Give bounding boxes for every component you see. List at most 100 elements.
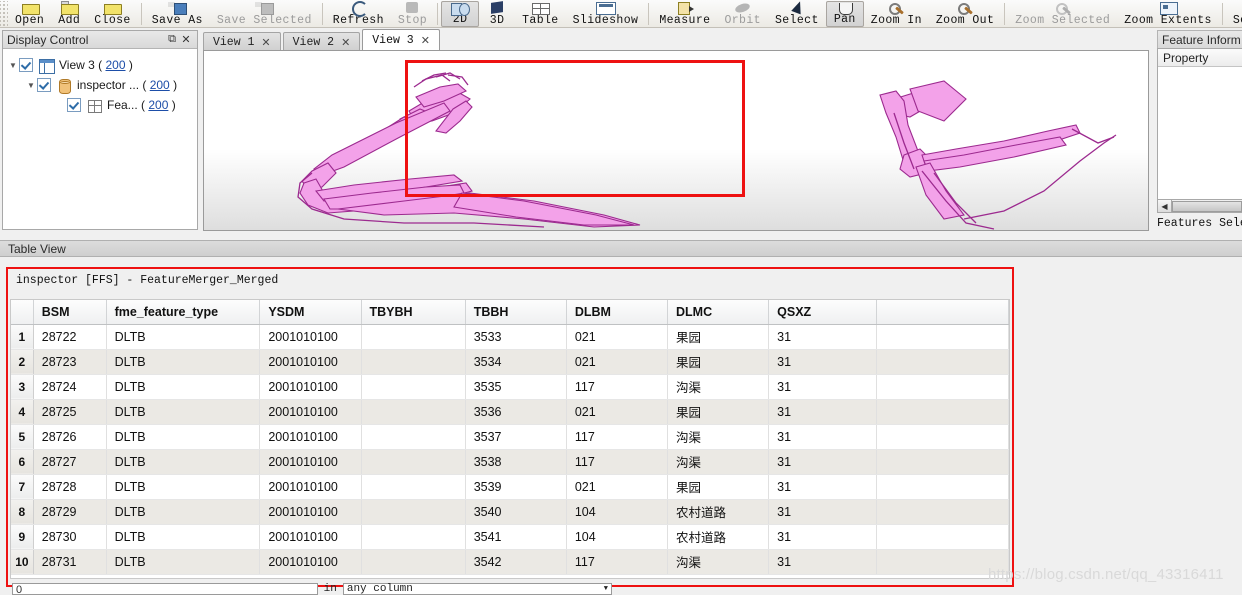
tree-checkbox[interactable] [37, 78, 51, 92]
cell-bsm[interactable]: 28728 [33, 474, 107, 500]
cell-extra[interactable] [876, 474, 1009, 500]
cell-bsm[interactable]: 28722 [33, 324, 107, 350]
cell-bsm[interactable]: 28726 [33, 424, 107, 450]
cell-qsxz[interactable]: 31 [768, 374, 878, 400]
map-canvas[interactable] [203, 50, 1149, 231]
cell-ysdm[interactable]: 2001010100 [259, 549, 362, 575]
close-icon[interactable]: ✕ [261, 36, 270, 49]
cell-dlbm[interactable]: 104 [566, 499, 669, 525]
cell-qsxz[interactable]: 31 [768, 499, 878, 525]
cell-fme-feature-type[interactable]: DLTB [106, 324, 261, 350]
toolbar-button-refresh[interactable]: Refresh [326, 1, 391, 27]
cell-extra[interactable] [876, 374, 1009, 400]
cell-fme-feature-type[interactable]: DLTB [106, 474, 261, 500]
cell-fme-feature-type[interactable]: DLTB [106, 449, 261, 475]
cell-dlbm[interactable]: 021 [566, 349, 669, 375]
cell-tbybh[interactable] [361, 499, 466, 525]
cell-ysdm[interactable]: 2001010100 [259, 349, 362, 375]
table-row[interactable]: 8 28729 DLTB 2001010100 3540 104 农村道路 31 [11, 499, 1009, 525]
toolbar-button-table[interactable]: Table [515, 1, 566, 27]
tree-checkbox[interactable] [19, 58, 33, 72]
cell-tbbh[interactable]: 3542 [465, 549, 567, 575]
table-row[interactable]: 5 28726 DLTB 2001010100 3537 117 沟渠 31 [11, 424, 1009, 450]
cell-dlbm[interactable]: 104 [566, 524, 669, 550]
cell-tbbh[interactable]: 3533 [465, 324, 567, 350]
cell-ysdm[interactable]: 2001010100 [259, 474, 362, 500]
cell-dlbm[interactable]: 021 [566, 474, 669, 500]
cell-qsxz[interactable]: 31 [768, 349, 878, 375]
column-header-fme-feature-type[interactable]: fme_feature_type [106, 300, 261, 325]
cell-dlmc[interactable]: 沟渠 [667, 449, 770, 475]
cell-dlmc[interactable]: 果园 [667, 324, 770, 350]
toolbar-button-save-as[interactable]: Save As [145, 1, 210, 27]
toolbar-button-slideshow[interactable]: Slideshow [566, 1, 646, 27]
toolbar-button-measure[interactable]: Measure [652, 1, 717, 27]
toolbar-button-close[interactable]: Close [87, 1, 138, 27]
expand-arrow-icon[interactable]: ▼ [25, 81, 37, 90]
toolbar-button-2d[interactable]: 2D [441, 1, 480, 27]
tree-checkbox[interactable] [67, 98, 81, 112]
cell-dlmc[interactable]: 果园 [667, 349, 770, 375]
cell-tbybh[interactable] [361, 474, 466, 500]
cell-fme-feature-type[interactable]: DLTB [106, 499, 261, 525]
cell-tbbh[interactable]: 3539 [465, 474, 567, 500]
cell-qsxz[interactable]: 31 [768, 424, 878, 450]
cell-tbybh[interactable] [361, 449, 466, 475]
cell-extra[interactable] [876, 449, 1009, 475]
scroll-left-arrow-icon[interactable]: ◀ [1158, 200, 1172, 212]
cell-dlmc[interactable]: 农村道路 [667, 524, 770, 550]
cell-qsxz[interactable]: 31 [768, 399, 878, 425]
cell-tbybh[interactable] [361, 374, 466, 400]
column-header-bsm[interactable]: BSM [33, 300, 107, 325]
tree-item-count[interactable]: 200 [148, 98, 168, 112]
scrollbar-thumb[interactable] [1172, 200, 1242, 212]
column-header-tbbh[interactable]: TBBH [465, 300, 567, 325]
search-column-select[interactable]: any column ▼ [342, 583, 612, 595]
cell-dlbm[interactable]: 117 [566, 424, 669, 450]
close-icon[interactable]: ✕ [179, 33, 193, 47]
cell-tbybh[interactable] [361, 324, 466, 350]
toolbar-grip[interactable] [0, 1, 8, 27]
cell-dlbm[interactable]: 117 [566, 374, 669, 400]
cell-fme-feature-type[interactable]: DLTB [106, 399, 261, 425]
cell-dlbm[interactable]: 117 [566, 549, 669, 575]
cell-extra[interactable] [876, 424, 1009, 450]
tree-item-view-3[interactable]: ▼ View 3 ( 200 ) [3, 55, 197, 75]
tree-item-count[interactable]: 200 [105, 58, 125, 72]
cell-tbybh[interactable] [361, 399, 466, 425]
cell-tbbh[interactable]: 3538 [465, 449, 567, 475]
table-row[interactable]: 6 28727 DLTB 2001010100 3538 117 沟渠 31 [11, 449, 1009, 475]
table-row[interactable]: 3 28724 DLTB 2001010100 3535 117 沟渠 31 [11, 374, 1009, 400]
toolbar-button-zoom-extents[interactable]: Zoom Extents [1117, 1, 1219, 27]
tree-item-count[interactable]: 200 [150, 78, 170, 92]
toolbar-button-3d[interactable]: 3D [479, 1, 515, 27]
cell-dlmc[interactable]: 沟渠 [667, 374, 770, 400]
tab-view-1[interactable]: View 1 ✕ [203, 32, 281, 51]
cell-extra[interactable] [876, 324, 1009, 350]
search-input[interactable]: 0 [12, 583, 318, 595]
chevron-down-icon[interactable]: ▼ [604, 585, 611, 593]
column-header-extra[interactable] [876, 300, 1009, 325]
cell-bsm[interactable]: 28731 [33, 549, 107, 575]
table-row[interactable]: 10 28731 DLTB 2001010100 3542 117 沟渠 31 [11, 549, 1009, 575]
cell-bsm[interactable]: 28724 [33, 374, 107, 400]
cell-tbbh[interactable]: 3537 [465, 424, 567, 450]
toolbar-button-add[interactable]: Add [51, 1, 87, 27]
column-header-qsxz[interactable]: QSXZ [768, 300, 878, 325]
cell-tbybh[interactable] [361, 549, 466, 575]
column-header-ysdm[interactable]: YSDM [259, 300, 362, 325]
cell-tbbh[interactable]: 3540 [465, 499, 567, 525]
restore-window-icon[interactable]: ⧉ [165, 33, 179, 47]
column-header-dlbm[interactable]: DLBM [566, 300, 669, 325]
toolbar-button-select-no-geometry[interactable]: Select No Geome [1226, 1, 1242, 27]
cell-qsxz[interactable]: 31 [768, 474, 878, 500]
cell-tbybh[interactable] [361, 349, 466, 375]
cell-tbbh[interactable]: 3534 [465, 349, 567, 375]
cell-ysdm[interactable]: 2001010100 [259, 524, 362, 550]
cell-tbbh[interactable]: 3536 [465, 399, 567, 425]
cell-extra[interactable] [876, 399, 1009, 425]
cell-ysdm[interactable]: 2001010100 [259, 324, 362, 350]
tab-view-2[interactable]: View 2 ✕ [282, 32, 361, 51]
cell-extra[interactable] [876, 499, 1009, 525]
toolbar-button-open[interactable]: Open [8, 1, 51, 27]
